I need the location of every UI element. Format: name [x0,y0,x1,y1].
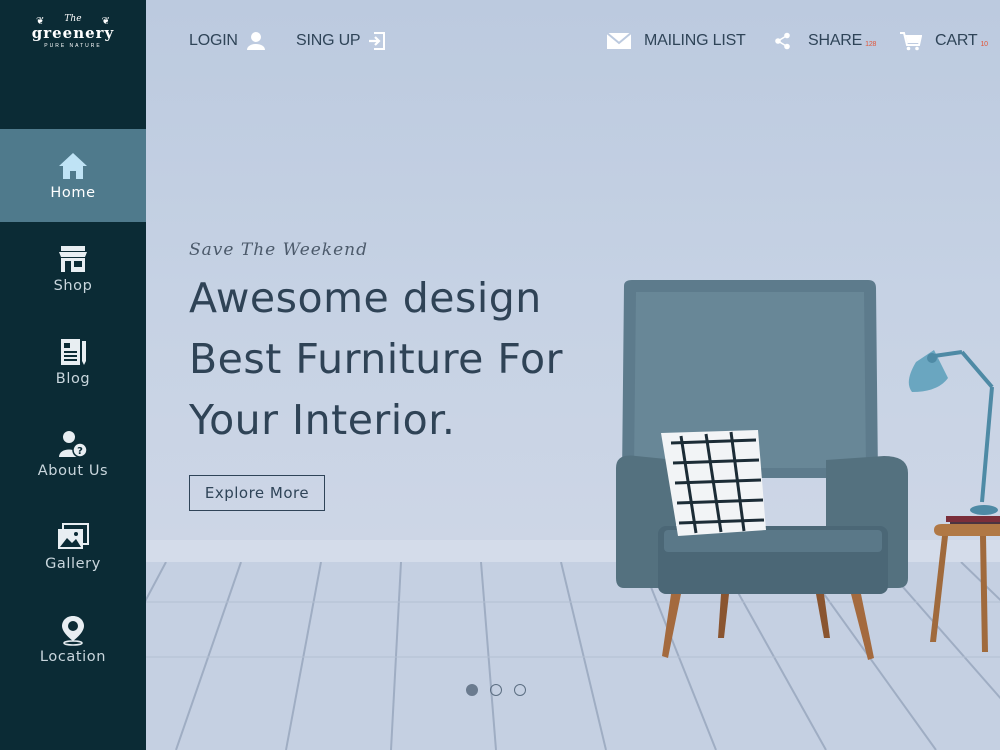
shop-icon [59,246,87,273]
location-icon [62,615,84,646]
sidebar-item-label: Location [39,648,107,665]
sidebar-item-gallery[interactable]: Gallery [0,500,146,593]
brand-name: greenery [31,24,115,42]
svg-text:?: ? [77,446,83,457]
leaf-icon: ❦ [36,16,45,27]
share-count-badge: 128 [865,40,877,48]
about-icon: ? [59,431,88,459]
mail-icon [606,32,632,49]
cart-icon [900,32,922,51]
sidebar-item-label: Home [50,185,96,202]
mailing-list-link[interactable]: MAILING LIST [606,24,746,58]
headline-line: Best Furniture For [189,335,563,383]
slide-dot-2[interactable] [490,684,502,696]
blog-icon [61,338,86,365]
sidebar-item-label: Shop [53,278,93,295]
brand-the: The [64,14,82,24]
lamp-table-image [908,350,1000,652]
cart-link[interactable]: CART 10 [900,24,988,58]
login-label: LOGIN [189,32,238,49]
slide-dot-3[interactable] [514,684,526,696]
signup-label: SING UP [296,32,361,49]
hero-tagline: Save The Weekend [189,240,369,260]
sidebar-item-blog[interactable]: Blog [0,314,146,407]
signup-link[interactable]: SING UP [296,24,386,58]
hero-headline: Awesome design Best Furniture For Your I… [189,268,563,451]
user-icon [246,32,265,50]
explore-more-button[interactable]: Explore More [189,475,325,511]
sidebar: ❦ ❦ The greenery PURE NATURE Home Shop B… [0,0,146,750]
login-link[interactable]: LOGIN [189,24,266,58]
leaf-icon: ❦ [101,16,110,27]
sidebar-nav: Home Shop Blog ? About Us Gallery Locati… [0,129,146,685]
armchair-image [616,280,908,660]
sidebar-item-label: Gallery [45,556,101,573]
sidebar-item-label: Blog [55,370,91,387]
slide-dot-1[interactable] [466,684,478,696]
sidebar-item-home[interactable]: Home [0,129,146,222]
share-icon [775,32,790,50]
brand-tagline: PURE NATURE [44,43,102,49]
sidebar-item-location[interactable]: Location [0,592,146,685]
cart-label: CART [935,32,978,49]
top-bar: LOGIN SING UP MAILING LIST SHARE 128 CAR… [146,24,1000,58]
signin-icon [369,32,386,50]
gallery-icon [58,523,89,550]
cart-count-badge: 10 [980,40,988,48]
share-link[interactable]: SHARE 128 [774,24,876,58]
brand-logo[interactable]: ❦ ❦ The greenery PURE NATURE [0,14,146,64]
sidebar-item-label: About Us [37,463,109,480]
hero-banner: LOGIN SING UP MAILING LIST SHARE 128 CAR… [146,0,1000,750]
slider-dots [466,684,526,696]
headline-line: Your Interior. [189,396,456,444]
sidebar-item-about[interactable]: ? About Us [0,407,146,500]
sidebar-item-shop[interactable]: Shop [0,222,146,315]
hero-text: Save The Weekend Awesome design Best Fur… [189,240,563,451]
mailing-label: MAILING LIST [644,32,746,49]
share-label: SHARE [808,32,863,49]
headline-line: Awesome design [189,274,542,322]
home-icon [59,153,87,180]
